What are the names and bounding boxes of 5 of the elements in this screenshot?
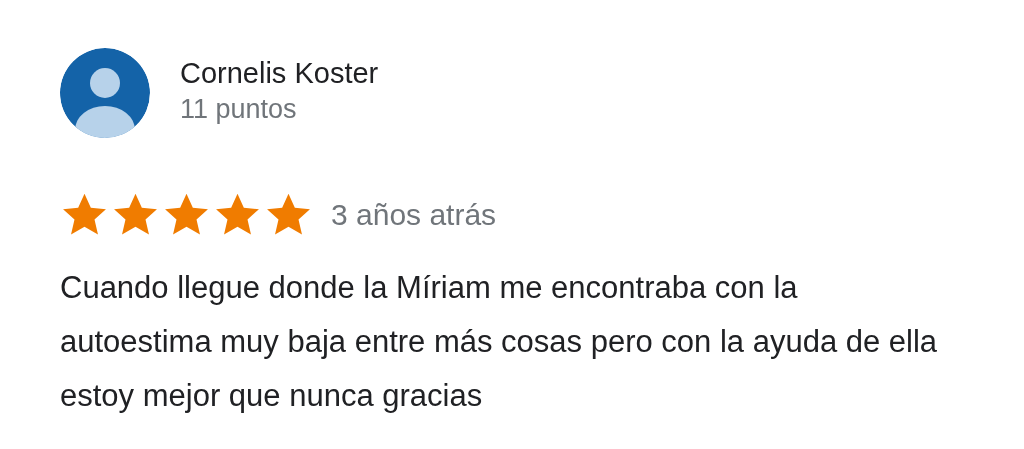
author-points: 11 puntos (180, 94, 298, 125)
review-time: 3 años atrás (331, 197, 497, 232)
author-name[interactable]: Cornelis Koster (180, 57, 379, 90)
avatar-icon (60, 48, 150, 138)
review-text: Cuando llegue donde la Míriam me encontraba con la autoestima muy baja entre más cosas pero con la ayuda de ella estoy mejor que nunca gracias (60, 269, 939, 415)
